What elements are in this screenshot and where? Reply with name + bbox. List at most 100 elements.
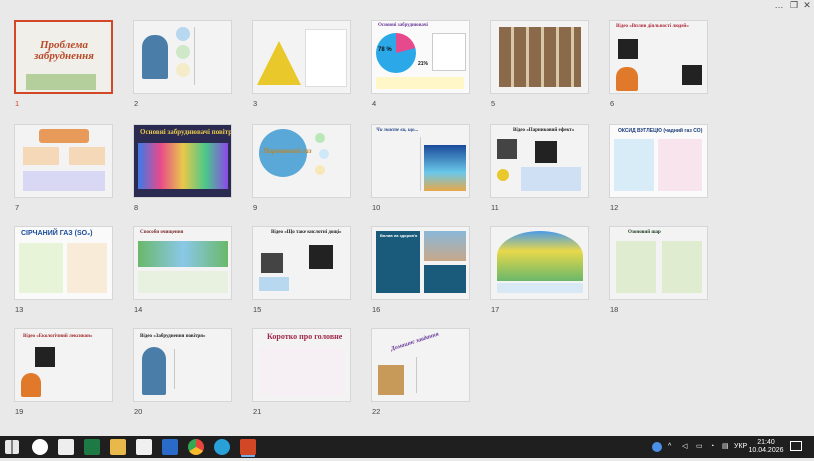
slide-text-block — [259, 347, 345, 395]
hp-icon[interactable] — [32, 439, 48, 455]
slide-text-block — [616, 241, 656, 293]
slide-thumbnail-2[interactable] — [133, 20, 232, 94]
slide-number: 3 — [253, 99, 258, 108]
slide-number: 5 — [491, 99, 496, 108]
slide-thumbnail-22[interactable]: Домашнє завдання — [371, 328, 470, 402]
excel-icon[interactable] — [84, 439, 100, 455]
slide-title: Основні забруднювачі повітря — [140, 128, 232, 136]
clock[interactable]: 21:40 10.04.2026 — [748, 436, 783, 461]
slide-thumbnail-17[interactable] — [490, 226, 589, 300]
slide-image-grid — [499, 27, 581, 87]
network-icon[interactable]: ◔ — [710, 436, 714, 458]
slide-shape — [176, 27, 190, 41]
slide-thumbnail-5[interactable] — [490, 20, 589, 94]
slide-thumbnail-8[interactable]: Основні забруднювачі повітря — [133, 124, 232, 198]
slide-image — [424, 145, 466, 191]
slide-text-block — [424, 265, 466, 293]
slide-text-block — [305, 29, 347, 87]
word-icon[interactable] — [162, 439, 178, 455]
slide-thumbnail-14[interactable]: Способи очищення — [133, 226, 232, 300]
file-icon[interactable] — [136, 439, 152, 455]
clock-date: 10.04.2026 — [748, 447, 784, 454]
slide-text-block — [67, 243, 107, 293]
telegram-icon[interactable] — [214, 439, 230, 455]
slide-number: 14 — [134, 305, 143, 314]
slide-title: Відео «Парниковий ефект» — [513, 128, 575, 133]
slide-value: 78 % — [378, 47, 392, 53]
close-icon[interactable]: ✕ — [800, 0, 814, 11]
slide-number: 17 — [491, 305, 500, 314]
slide-thumbnail-10[interactable]: Чи знаєте ви, що... — [371, 124, 470, 198]
slide-thumbnail-16[interactable]: Вплив на здоров’я — [371, 226, 470, 300]
slide-thumbnail-3[interactable] — [252, 20, 351, 94]
help-icon[interactable] — [652, 442, 662, 452]
slide-title: СІРЧАНИЙ ГАЗ (SO₂) — [21, 230, 93, 237]
slide-thumbnail-12[interactable]: ОКСИД ВУГЛЕЦЮ (чадний газ CO) — [609, 124, 708, 198]
slide-thumbnail-13[interactable]: СІРЧАНИЙ ГАЗ (SO₂) — [14, 226, 113, 300]
restore-icon[interactable]: ❐ — [787, 0, 801, 11]
slide-title: Відео «Вплив діяльності людей» — [616, 24, 689, 29]
slide-thumbnail-1[interactable]: Проблема забруднення — [14, 20, 113, 94]
slide-title: ОКСИД ВУГЛЕЦЮ (чадний газ CO) — [618, 128, 703, 134]
battery-icon[interactable]: ▭ — [696, 436, 703, 458]
notifications-icon[interactable] — [790, 441, 802, 451]
slide-shape — [315, 165, 325, 175]
slide-image — [378, 365, 404, 395]
slide-thumbnail-21[interactable]: Коротко про головне — [252, 328, 351, 402]
slide-thumbnail-20[interactable]: Відео «Забруднення повітря» — [133, 328, 232, 402]
slide-shape — [39, 129, 89, 143]
slide-text-block — [138, 271, 228, 293]
slide-thumbnail-7[interactable] — [14, 124, 113, 198]
slide-title: Парниковий газ — [263, 147, 312, 155]
slide-image — [616, 67, 638, 91]
slide-title: Проблема забруднення — [34, 39, 94, 62]
slide-number: 22 — [372, 407, 381, 416]
slide-text-block — [376, 77, 464, 89]
slide-number: 7 — [15, 203, 20, 212]
chrome-icon[interactable] — [188, 439, 204, 455]
slide-chart — [376, 33, 416, 73]
qr-code-icon — [535, 141, 557, 163]
windows-start-icon[interactable] — [5, 440, 19, 454]
slide-thumbnail-19[interactable]: Відео «Екологічний лексикон» — [14, 328, 113, 402]
slide-thumbnail-11[interactable]: Відео «Парниковий ефект» — [490, 124, 589, 198]
qr-code-icon — [309, 245, 333, 269]
slide-title: Вплив на здоров’я — [380, 233, 418, 238]
slide-shape — [69, 147, 105, 165]
slide-image — [26, 74, 96, 90]
slide-number: 19 — [15, 407, 24, 416]
slide-text-block — [376, 231, 420, 293]
powerpoint-icon[interactable] — [240, 439, 256, 455]
slide-thumbnail-9[interactable]: Парниковий газ — [252, 124, 351, 198]
slide-text-block — [662, 241, 702, 293]
chevron-up-icon[interactable]: ^ — [668, 436, 671, 458]
slide-title: Основні забруднювачі — [378, 23, 428, 28]
slide-title: Озоновий шар — [628, 230, 661, 235]
slide-number: 11 — [491, 203, 499, 212]
slide-number: 18 — [610, 305, 619, 314]
slide-number: 10 — [372, 203, 381, 212]
slide-image — [138, 143, 228, 189]
slide-text-block — [174, 349, 227, 389]
slide-image — [424, 231, 466, 261]
slide-image — [142, 35, 168, 79]
keyboard-icon[interactable]: ▤ — [722, 436, 729, 458]
slide-thumbnail-15[interactable]: Відео «Що таке кислотні дощі» — [252, 226, 351, 300]
file-explorer-icon[interactable] — [110, 439, 126, 455]
slide-number: 15 — [253, 305, 262, 314]
volume-icon[interactable]: ◁ — [682, 436, 687, 458]
slide-text-block — [23, 171, 105, 191]
slide-image — [21, 373, 41, 397]
slide-thumbnail-4[interactable]: Основні забруднювачі 78 % 21% — [371, 20, 470, 94]
slide-text-block — [658, 139, 702, 191]
taskbar: ^ ◁ ▭ ◔ ▤ УКР 21:40 10.04.2026 — [0, 436, 814, 458]
slide-image — [138, 241, 228, 267]
more-options-icon[interactable]: … — [772, 0, 786, 11]
slide-title: Чи знаєте ви, що... — [376, 128, 419, 133]
slide-thumbnail-6[interactable]: Відео «Вплив діяльності людей» — [609, 20, 708, 94]
slide-thumbnail-18[interactable]: Озоновий шар — [609, 226, 708, 300]
slide-text-block — [497, 283, 583, 293]
file-icon[interactable] — [58, 439, 74, 455]
slide-title: Відео «Що таке кислотні дощі» — [271, 230, 342, 235]
slide-text-block — [194, 27, 225, 85]
